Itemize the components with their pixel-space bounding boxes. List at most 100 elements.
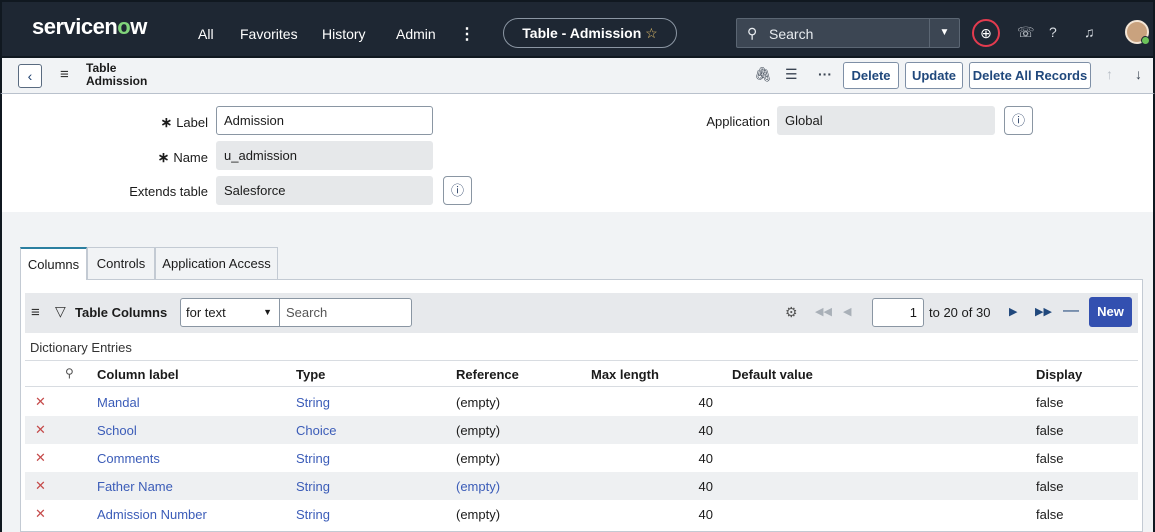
- label-field-label: ∗ Label: [160, 114, 208, 130]
- table-row: ✕ Comments String (empty) 40 false: [25, 444, 1138, 472]
- delete-all-records-button[interactable]: Delete All Records: [969, 62, 1091, 89]
- status-dot: [1141, 36, 1150, 45]
- cell-display: false: [1036, 507, 1064, 522]
- chat-icon[interactable]: ☏: [1017, 24, 1035, 41]
- next-record-icon[interactable]: ↓: [1135, 66, 1142, 82]
- first-page-icon[interactable]: ◀◀: [815, 305, 832, 318]
- attachment-icon[interactable]: 🖇: [754, 66, 772, 83]
- cell-reference: (empty): [456, 451, 501, 466]
- cell-display: false: [1036, 423, 1064, 438]
- list-title: Table Columns: [75, 305, 168, 320]
- application-info-icon[interactable]: ⓘ: [1004, 106, 1033, 135]
- search-scope-dropdown[interactable]: ▼: [929, 19, 959, 47]
- last-page-icon[interactable]: ▶▶: [1035, 305, 1052, 318]
- table-row: ✕ Admission Number String (empty) 40 fal…: [25, 500, 1138, 528]
- delete-row-icon[interactable]: ✕: [35, 394, 46, 410]
- table-header: ⚲ Column label Type Reference Max length…: [25, 360, 1138, 387]
- user-avatar[interactable]: [1125, 20, 1150, 45]
- cell-column-label[interactable]: Mandal: [97, 395, 140, 410]
- delete-row-icon[interactable]: ✕: [35, 450, 46, 466]
- required-icon: ∗: [157, 149, 170, 165]
- context-pill[interactable]: Table - Admission ☆: [503, 18, 677, 48]
- form-title: Table Admission: [86, 62, 147, 88]
- chevron-down-icon: ▼: [263, 307, 272, 317]
- application-label: Application: [706, 114, 770, 129]
- name-input: u_admission: [216, 141, 433, 170]
- tab-columns[interactable]: Columns: [20, 247, 87, 280]
- header-type[interactable]: Type: [296, 367, 325, 382]
- required-icon: ∗: [160, 114, 173, 130]
- delete-row-icon[interactable]: ✕: [35, 422, 46, 438]
- column-search-icon[interactable]: ⚲: [65, 366, 74, 380]
- header-column-label[interactable]: Column label: [97, 367, 179, 382]
- table-row: ✕ School Choice (empty) 40 false: [25, 416, 1138, 444]
- filter-icon[interactable]: ▽: [55, 303, 66, 320]
- cell-type[interactable]: String: [296, 395, 330, 410]
- cell-type[interactable]: Choice: [296, 423, 336, 438]
- table-columns-panel: ≡ ▽ Table Columns for text ▼ Search ⚙ ◀◀ …: [20, 279, 1143, 532]
- cell-display: false: [1036, 395, 1064, 410]
- application-input: Global: [777, 106, 995, 135]
- delete-row-icon[interactable]: ✕: [35, 506, 46, 522]
- cell-display: false: [1036, 451, 1064, 466]
- notification-bell-icon[interactable]: ♫: [1084, 24, 1095, 40]
- cell-column-label[interactable]: Father Name: [97, 479, 173, 494]
- nav-history[interactable]: History: [322, 26, 366, 42]
- collapse-icon[interactable]: —: [1063, 302, 1079, 320]
- form-fields: ∗ Label Admission ∗ Name u_admission Exten…: [0, 94, 1155, 212]
- form-header: ‹ ≡ Table Admission 🖇 ☰ ··· Delete Updat…: [0, 58, 1155, 94]
- next-page-icon[interactable]: ▶: [1009, 305, 1017, 318]
- cell-type[interactable]: String: [296, 507, 330, 522]
- header-default-value[interactable]: Default value: [732, 367, 813, 382]
- cell-type[interactable]: String: [296, 451, 330, 466]
- delete-row-icon[interactable]: ✕: [35, 478, 46, 494]
- table-row: ✕ Father Name String (empty) 40 false: [25, 472, 1138, 500]
- tab-controls[interactable]: Controls: [87, 247, 155, 279]
- label-input[interactable]: Admission: [216, 106, 433, 135]
- more-menu-icon[interactable]: ⋮: [459, 24, 475, 44]
- update-button[interactable]: Update: [905, 62, 963, 89]
- cell-display: false: [1036, 479, 1064, 494]
- header-max-length[interactable]: Max length: [591, 367, 659, 382]
- top-navigation: servicenow All Favorites History Admin ⋮…: [0, 0, 1155, 58]
- table-row: ✕ Mandal String (empty) 40 false: [25, 388, 1138, 416]
- list-search-input[interactable]: Search: [279, 298, 412, 327]
- header-display[interactable]: Display: [1036, 367, 1082, 382]
- global-search[interactable]: ⚲ Search ▼: [736, 18, 960, 48]
- cell-column-label[interactable]: Comments: [97, 451, 160, 466]
- form-menu-icon[interactable]: ≡: [60, 66, 69, 83]
- back-button[interactable]: ‹: [18, 64, 42, 88]
- extends-table-input: Salesforce: [216, 176, 433, 205]
- cell-max-length: 40: [698, 507, 713, 522]
- nav-admin[interactable]: Admin: [396, 26, 436, 42]
- nav-favorites[interactable]: Favorites: [240, 26, 298, 42]
- more-actions-icon[interactable]: ···: [818, 66, 832, 82]
- globe-icon[interactable]: ⊕: [972, 19, 1000, 47]
- list-toolbar: ≡ ▽ Table Columns for text ▼ Search ⚙ ◀◀ …: [25, 293, 1138, 333]
- cell-column-label[interactable]: School: [97, 423, 137, 438]
- list-menu-icon[interactable]: ≡: [31, 304, 40, 321]
- new-button[interactable]: New: [1089, 297, 1132, 327]
- gear-icon[interactable]: ⚙: [785, 304, 798, 321]
- cell-reference[interactable]: (empty): [456, 479, 500, 494]
- settings-sliders-icon[interactable]: ☰: [785, 66, 798, 83]
- header-reference[interactable]: Reference: [456, 367, 519, 382]
- cell-max-length: 40: [698, 479, 713, 494]
- page-number-input[interactable]: 1: [872, 298, 924, 327]
- nav-all[interactable]: All: [198, 26, 214, 42]
- name-field-label: ∗ Name: [157, 149, 208, 165]
- form-title-record: Admission: [86, 74, 148, 88]
- delete-button[interactable]: Delete: [843, 62, 899, 89]
- previous-page-icon[interactable]: ◀: [843, 305, 851, 318]
- search-field-select[interactable]: for text ▼: [180, 298, 280, 327]
- cell-type[interactable]: String: [296, 479, 330, 494]
- help-icon[interactable]: ?: [1049, 24, 1057, 40]
- extends-table-label: Extends table: [129, 184, 208, 199]
- tab-application-access[interactable]: Application Access: [155, 247, 278, 279]
- favorite-star-icon[interactable]: ☆: [645, 25, 658, 41]
- info-icon[interactable]: ⓘ: [443, 176, 472, 205]
- cell-column-label[interactable]: Admission Number: [97, 507, 207, 522]
- previous-record-icon[interactable]: ↑: [1106, 66, 1113, 82]
- servicenow-logo[interactable]: servicenow: [32, 14, 147, 40]
- dictionary-entries-label: Dictionary Entries: [30, 340, 132, 355]
